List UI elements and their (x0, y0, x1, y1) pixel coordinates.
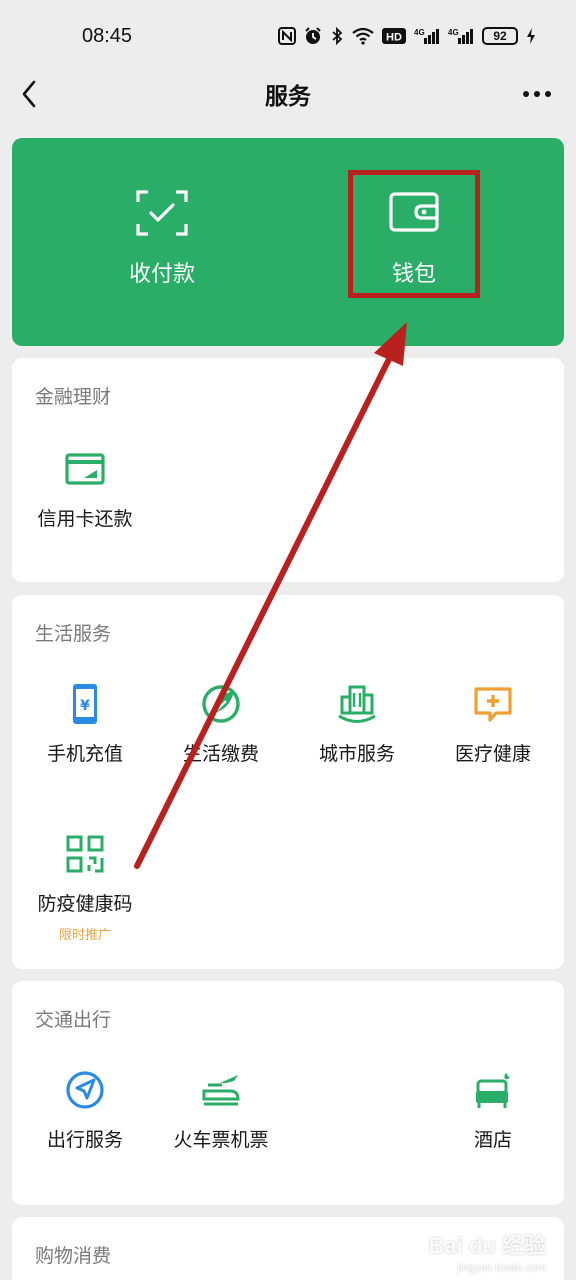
chevron-left-icon (22, 80, 36, 108)
scan-check-icon (136, 190, 188, 236)
battery-icon: 92 (482, 27, 518, 45)
phone-topup-label: 手机充值 (46, 743, 123, 765)
city-services-item[interactable]: 城市服务 (288, 683, 426, 766)
watermark-url: jingyan.baidu.com (457, 1262, 546, 1274)
hotel-item[interactable]: 酒店 (424, 1069, 562, 1152)
utility-payment-label: 生活缴费 (182, 743, 259, 765)
train-plane-icon (202, 1075, 240, 1106)
section-transport: 交通出行 出行服务 火车票机票 酒店 (12, 981, 564, 1205)
pay-card: 收付款 钱包 (12, 138, 564, 346)
train-flight-item[interactable]: 火车票机票 (152, 1069, 290, 1152)
section-title: 购物消费 (35, 1245, 112, 1267)
navigation-icon (66, 1071, 104, 1109)
more-button[interactable] (522, 80, 552, 108)
hd-icon: HD (382, 28, 406, 44)
city-services-label: 城市服务 (318, 743, 395, 765)
back-button[interactable] (16, 78, 44, 110)
medical-health-label: 医疗健康 (454, 743, 531, 765)
svg-text:HD: HD (386, 32, 402, 44)
phone-topup-icon: ¥ (73, 684, 97, 724)
hotel-label: 酒店 (473, 1129, 512, 1151)
section-life: 生活服务 ¥ 手机充值 生活缴费 城市服务 医疗健康 防疫健康码 限时推广 (12, 595, 564, 969)
signal-4g-icon: 4G (448, 28, 473, 44)
charging-icon (527, 28, 535, 44)
status-time: 08:45 (82, 24, 133, 47)
phone-topup-item[interactable]: ¥ 手机充值 (16, 683, 154, 766)
bluetooth-icon (332, 27, 343, 45)
medical-icon (474, 687, 512, 722)
nfc-icon (278, 27, 296, 45)
watermark-logo: Bai du 经验 (428, 1233, 546, 1258)
credit-card-repay-item[interactable]: 信用卡还款 (16, 448, 154, 531)
alarm-icon (305, 27, 321, 44)
promo-badge: 限时推广 (58, 928, 111, 943)
highlight-box (348, 170, 480, 298)
section-title: 交通出行 (35, 1009, 112, 1031)
hotel-bed-icon (476, 1073, 510, 1108)
signal-4g-icon: 4G (414, 28, 439, 44)
svg-text:¥: ¥ (80, 698, 90, 714)
section-finance: 金融理财 信用卡还款 (12, 358, 564, 582)
svg-text:4G: 4G (448, 28, 459, 37)
medical-health-item[interactable]: 医疗健康 (424, 683, 562, 766)
section-title: 生活服务 (35, 623, 112, 645)
more-dots-icon (523, 91, 551, 97)
receive-pay-label: 收付款 (128, 262, 195, 287)
section-title: 金融理财 (35, 386, 112, 408)
travel-services-item[interactable]: 出行服务 (16, 1069, 154, 1152)
receive-pay-button[interactable]: 收付款 (24, 138, 300, 346)
status-bar: 08:45 HD 4G 4G 92 (0, 0, 576, 72)
credit-card-icon (65, 453, 105, 485)
utility-payment-item[interactable]: 生活缴费 (152, 683, 290, 766)
health-code-item[interactable]: 防疫健康码 限时推广 (16, 833, 154, 943)
leaf-icon (202, 685, 240, 723)
qr-code-icon (66, 835, 104, 873)
battery-level: 92 (493, 29, 507, 43)
wifi-icon (352, 27, 374, 45)
title-bar: 服务 (0, 72, 576, 116)
page-title: 服务 (265, 84, 311, 110)
travel-services-label: 出行服务 (46, 1129, 123, 1151)
credit-card-repay-label: 信用卡还款 (37, 508, 133, 530)
train-flight-label: 火车票机票 (173, 1129, 269, 1151)
health-code-label: 防疫健康码 (37, 893, 133, 915)
city-icon (338, 685, 376, 723)
status-icons: HD 4G 4G 92 (278, 27, 536, 45)
svg-text:4G: 4G (414, 28, 425, 37)
